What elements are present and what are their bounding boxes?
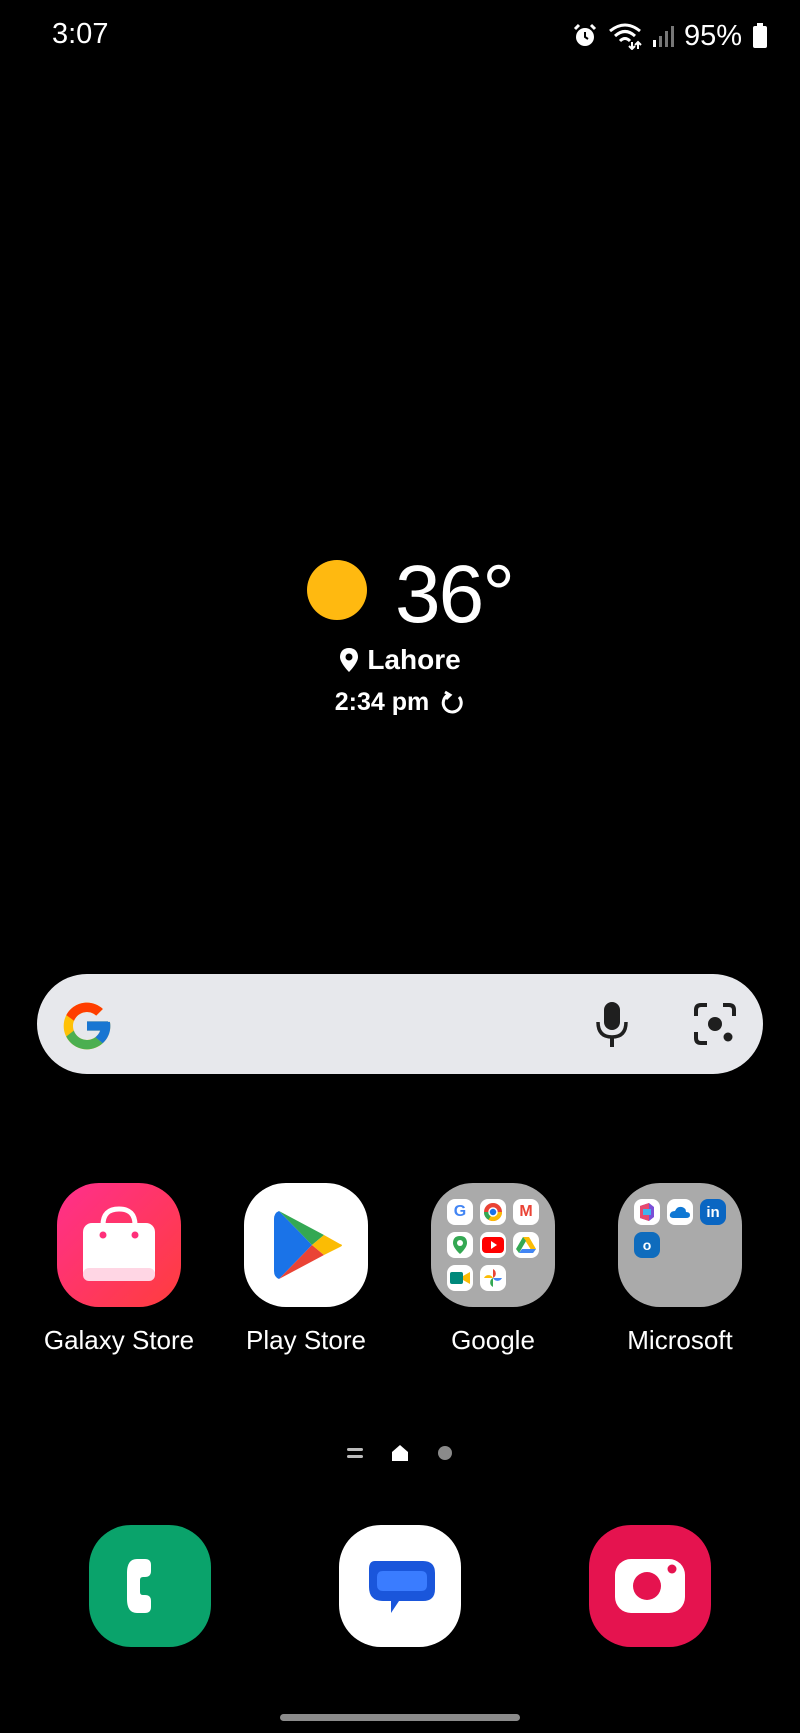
status-bar: 3:07 95% [0,0,800,72]
google-folder-icon: G M [431,1183,555,1307]
onedrive-mini-icon [667,1199,693,1225]
status-icons: 95% [572,16,768,56]
home-page-icon[interactable] [391,1444,409,1462]
drive-mini-icon [513,1232,539,1258]
mic-icon[interactable] [595,1000,629,1048]
refresh-icon[interactable] [439,690,465,716]
google-mini-icon: G [447,1199,473,1225]
page-indicator[interactable] [0,1444,800,1462]
chrome-mini-icon [480,1199,506,1225]
app-label: Microsoft [627,1325,733,1355]
dock-phone[interactable] [89,1525,211,1647]
alarm-icon [573,23,597,46]
microsoft-365-mini-icon [634,1199,660,1225]
phone-icon [127,1559,151,1613]
weather-location-row: Lahore [0,644,800,676]
app-label: Google [451,1325,535,1355]
wifi-icon [609,23,642,50]
google-logo [63,1002,111,1050]
messages-icon [369,1561,435,1613]
camera-icon [615,1559,685,1613]
maps-mini-icon [447,1232,473,1258]
lens-icon[interactable] [693,1002,737,1046]
battery-icon [753,23,767,48]
photos-mini-icon [480,1265,506,1291]
dock-messages[interactable] [339,1525,461,1647]
weather-location: Lahore [367,644,461,675]
folder-microsoft[interactable]: in o Microsoft [585,1183,775,1356]
meet-mini-icon [447,1265,473,1291]
weather-temperature: 36° [395,549,515,640]
app-label: Play Store [246,1325,366,1355]
battery-percentage: 95% [683,19,742,52]
page-dot[interactable] [437,1445,453,1461]
google-search-bar[interactable] [37,974,763,1074]
weather-updated-time: 2:34 pm [334,688,430,716]
play-store-icon [244,1183,368,1307]
linkedin-mini-icon: in [700,1199,726,1225]
dock-camera[interactable] [589,1525,711,1647]
app-galaxy-store[interactable]: Galaxy Store [24,1183,214,1356]
weather-updated-row: 2:34 pm [0,688,800,717]
weather-widget[interactable]: 36° Lahore 2:34 pm [0,548,800,728]
gmail-mini-icon: M [513,1199,539,1225]
app-play-store[interactable]: Play Store [211,1183,401,1356]
status-clock: 3:07 [52,18,109,50]
galaxy-store-icon [57,1183,181,1307]
folder-google[interactable]: G M Google [398,1183,588,1356]
app-label: Galaxy Store [43,1325,195,1355]
pages-list-icon[interactable] [347,1446,363,1460]
gesture-nav-handle[interactable] [280,1714,520,1721]
location-pin-icon [340,648,359,672]
youtube-mini-icon [480,1232,506,1258]
outlook-mini-icon: o [634,1232,660,1258]
microsoft-folder-icon: in o [618,1183,742,1307]
signal-icon [652,26,674,47]
sun-icon [307,560,367,620]
